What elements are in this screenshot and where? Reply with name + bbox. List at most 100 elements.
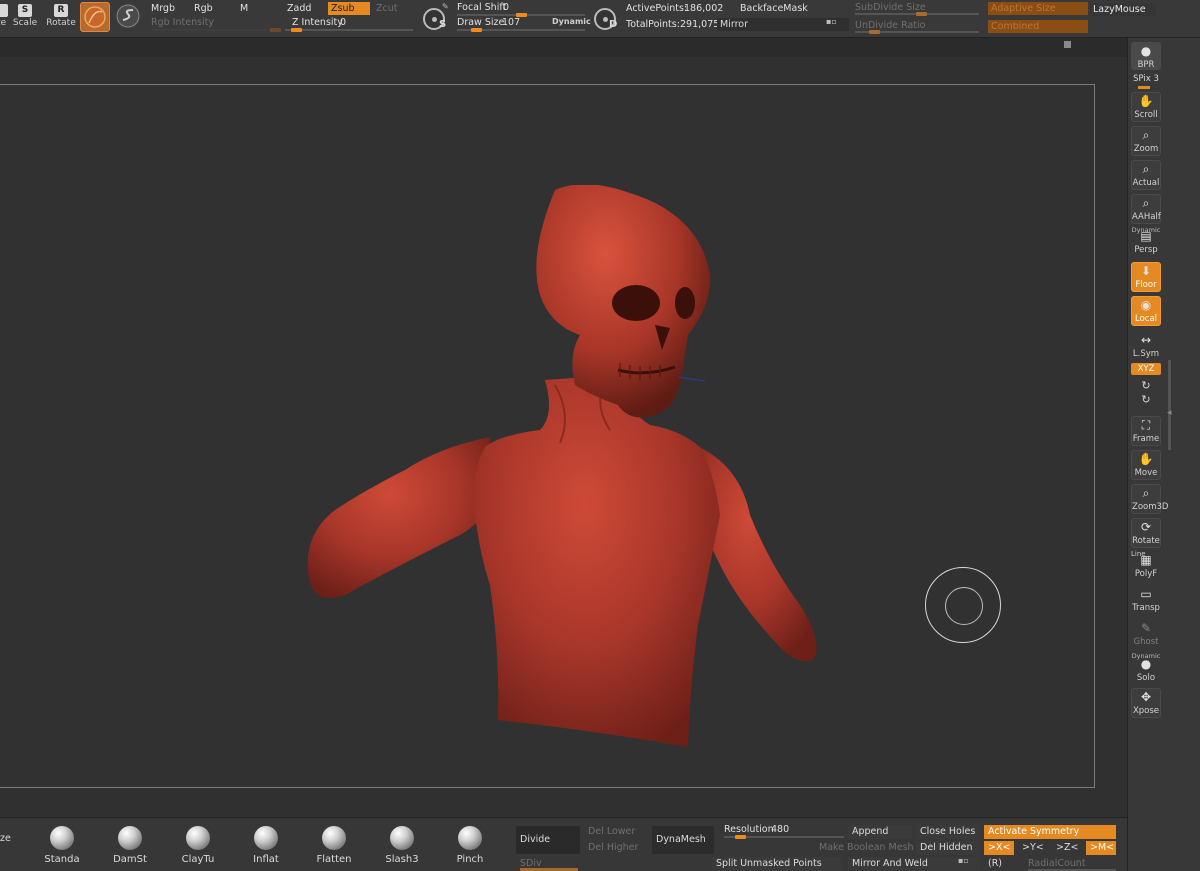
brush-ball-icon	[118, 826, 142, 850]
stroke-selector-button[interactable]	[114, 2, 144, 32]
shelf-collapse-icon[interactable]: ◂	[1167, 408, 1172, 418]
scale-button[interactable]: S Scale	[8, 2, 42, 32]
z-symmetry-toggle[interactable]: >Z<	[1052, 841, 1082, 855]
rgb-intensity-slider[interactable]	[151, 29, 281, 31]
local-icon: ◉	[1140, 298, 1152, 312]
dynamesh-button[interactable]: DynaMesh	[652, 826, 714, 854]
rotate-z-icon[interactable]: ↻	[1131, 393, 1161, 406]
zcut-toggle[interactable]: Zcut	[376, 3, 397, 14]
del-lower-button[interactable]: Del Lower	[584, 825, 639, 839]
m-toggle[interactable]: M	[240, 3, 248, 14]
radial-toggle[interactable]: (R)	[984, 857, 1006, 871]
floor-icon: ⬇	[1140, 264, 1152, 278]
rotate-view-button[interactable]: ⟳ Rotate	[1131, 518, 1161, 548]
transp-button[interactable]: ▭ Transp	[1131, 586, 1161, 616]
lazymouse-toggle[interactable]: LazyMouse	[1090, 3, 1156, 16]
floor-button[interactable]: ⬇ Floor	[1131, 262, 1161, 292]
brush-selector-button[interactable]	[80, 2, 110, 32]
lsym-button[interactable]: ↔ L.Sym	[1131, 332, 1161, 362]
adaptive-size-slider[interactable]: Adaptive Size	[988, 2, 1088, 15]
brush-partial-label[interactable]: ze	[0, 833, 11, 844]
backface-mask-toggle[interactable]: BackfaceMask	[740, 3, 808, 14]
split-unmasked-points-button[interactable]: Split Unmasked Points	[712, 857, 842, 871]
z-intensity-slider[interactable]	[285, 29, 413, 31]
transp-icon: ▭	[1140, 587, 1152, 601]
spix-control[interactable]: SPix 3	[1131, 74, 1161, 84]
zadd-toggle[interactable]: Zadd	[287, 3, 311, 14]
bpr-button[interactable]: ● BPR	[1131, 42, 1161, 70]
rotate-button[interactable]: R Rotate	[44, 2, 78, 32]
subdivide-size-label: SubDivide Size	[855, 2, 926, 13]
undivide-ratio-thumb[interactable]	[869, 30, 880, 34]
brush-ball-icon	[390, 826, 414, 850]
spix-slider[interactable]	[1138, 86, 1150, 89]
pin-icon: ▪▫	[958, 856, 969, 865]
brush-pinch[interactable]: Pinch	[445, 826, 495, 865]
brush-damstandard[interactable]: DamSt	[105, 826, 155, 865]
bpr-sphere-icon: ●	[1140, 44, 1152, 58]
spix-value: 3	[1153, 74, 1159, 84]
resolution-thumb[interactable]	[734, 835, 746, 839]
tray-toggle-icon[interactable]	[1064, 41, 1071, 48]
mrgb-toggle[interactable]: Mrgb	[151, 3, 175, 14]
make-boolean-mesh-button[interactable]: Make Boolean Mesh	[815, 841, 918, 855]
frame-button[interactable]: ⛶ Frame	[1131, 416, 1161, 446]
draw-size-thumb[interactable]	[471, 28, 483, 32]
actual-button[interactable]: ⌕ Actual	[1131, 160, 1161, 190]
solo-button[interactable]: ● Solo	[1131, 656, 1161, 686]
tool-label: ze	[0, 18, 7, 28]
pin-icon: ▪▫	[826, 17, 837, 26]
zoom-button[interactable]: ⌕ Zoom	[1131, 126, 1161, 156]
brush-cursor	[925, 567, 1001, 643]
sculpt-model[interactable]	[300, 185, 830, 755]
polyf-line-label: Line	[1131, 550, 1146, 558]
brush-inflate[interactable]: Inflat	[241, 826, 291, 865]
scroll-button[interactable]: ✋ Scroll	[1131, 92, 1161, 122]
brush-flatten[interactable]: Flatten	[309, 826, 359, 865]
brush-ball-icon	[254, 826, 278, 850]
zsub-toggle[interactable]: Zsub	[328, 2, 370, 15]
del-higher-button[interactable]: Del Higher	[584, 841, 642, 855]
z-intensity-label: Z Intensity	[292, 17, 343, 28]
xpose-button[interactable]: ✥ Xpose	[1131, 688, 1161, 718]
brush-standard[interactable]: Standa	[37, 826, 87, 865]
frame-icon: ⛶	[1141, 418, 1151, 432]
activate-symmetry-button[interactable]: Activate Symmetry	[984, 825, 1116, 839]
brush-claytubes[interactable]: ClayTu	[173, 826, 223, 865]
rotate-label: Rotate	[46, 18, 76, 28]
divide-button[interactable]: Divide	[516, 826, 580, 854]
active-points-label: ActivePoints:	[626, 3, 688, 14]
move-button[interactable]: ✋ Move	[1131, 450, 1161, 480]
local-button[interactable]: ◉ Local	[1131, 296, 1161, 326]
magnifier-icon: ⌕	[1142, 162, 1150, 176]
append-button[interactable]: Append	[848, 825, 912, 839]
aahalf-button[interactable]: ⌕ AAHalf	[1131, 194, 1161, 224]
close-holes-button[interactable]: Close Holes	[916, 825, 980, 839]
y-symmetry-toggle[interactable]: >Y<	[1018, 841, 1048, 855]
hand-icon: ✋	[1138, 94, 1154, 108]
rgb-toggle[interactable]: Rgb	[194, 3, 213, 14]
scale-label: Scale	[12, 18, 38, 28]
scale-icon: S	[18, 4, 32, 17]
del-hidden-button[interactable]: Del Hidden	[916, 841, 980, 855]
right-shelf-scrollbar[interactable]	[1168, 360, 1171, 450]
solo-dynamic-label: Dynamic	[1131, 652, 1161, 660]
m-symmetry-toggle[interactable]: >M<	[1086, 841, 1116, 855]
dynamic-toggle[interactable]: Dynamic	[552, 17, 591, 26]
x-symmetry-toggle[interactable]: >X<	[984, 841, 1014, 855]
brush-slash3[interactable]: Slash3	[377, 826, 427, 865]
rotate-y-icon[interactable]: ↻	[1131, 379, 1161, 392]
magnifier-icon: ⌕	[1142, 128, 1150, 142]
focal-shift-label: Focal Shift	[457, 2, 507, 13]
zoom3d-button[interactable]: ⌕ Zoom3D	[1131, 484, 1168, 514]
magnifier-icon: ⌕	[1142, 196, 1150, 210]
rgb-intensity-thumb[interactable]	[270, 28, 281, 32]
rotate-icon: ⟳	[1140, 520, 1152, 534]
combined-toggle[interactable]: Combined	[988, 20, 1088, 33]
xyz-button[interactable]: XYZ	[1131, 363, 1161, 375]
subdivide-size-thumb[interactable]	[916, 12, 927, 16]
brush-ball-icon	[186, 826, 210, 850]
z-intensity-thumb[interactable]	[290, 28, 302, 32]
ghost-button[interactable]: ✎ Ghost	[1131, 620, 1161, 650]
magnifier-icon: ⌕	[1142, 486, 1150, 500]
